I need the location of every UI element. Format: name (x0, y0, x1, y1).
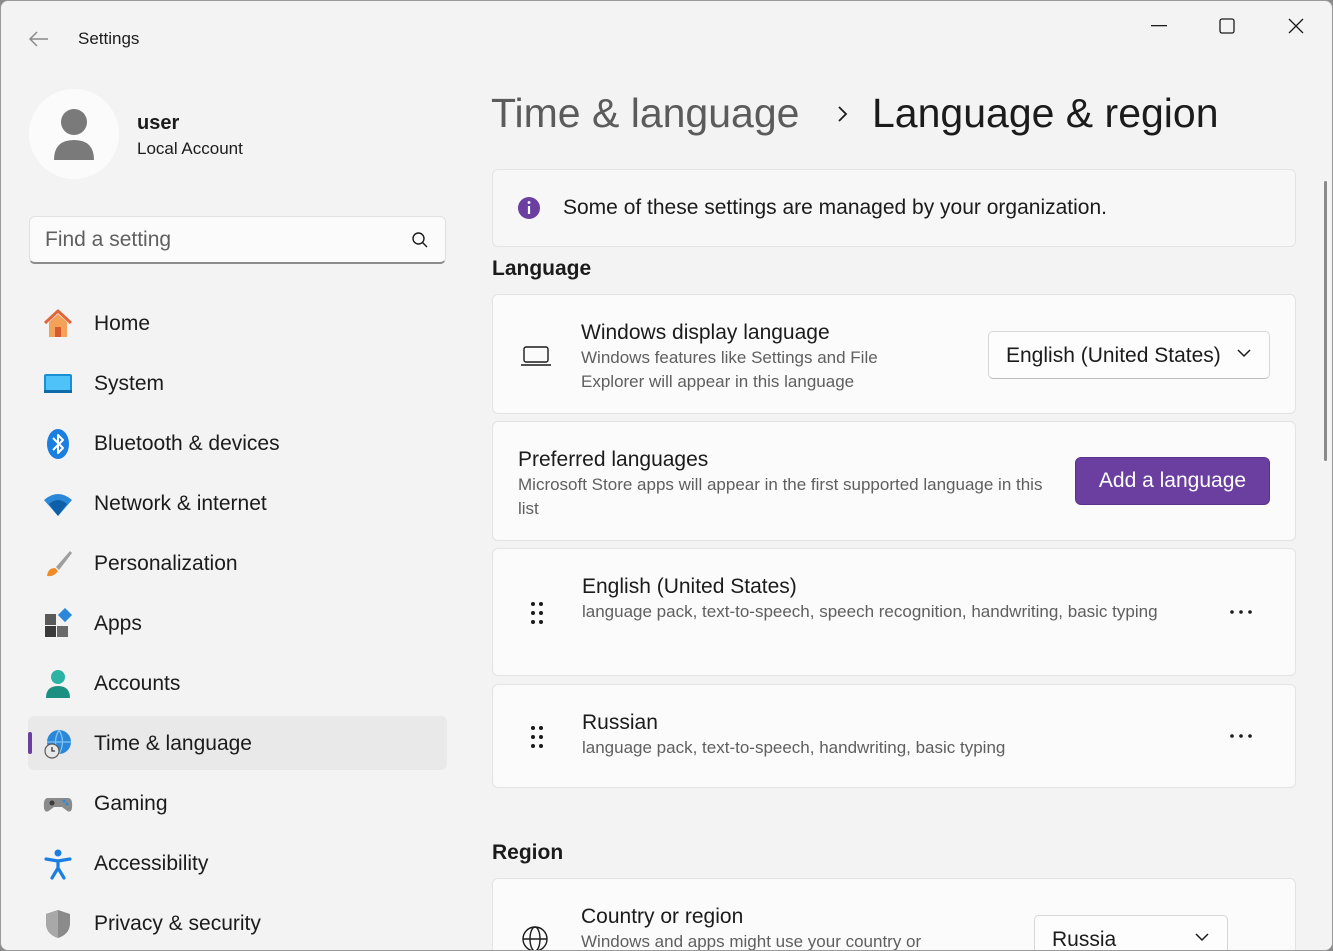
country-region-card: Country or region Windows and apps might… (492, 878, 1296, 951)
sidebar-item-home[interactable]: Home (28, 296, 447, 350)
minimize-button[interactable] (1125, 1, 1193, 51)
notice-text: Some of these settings are managed by yo… (563, 196, 1107, 219)
sidebar-item-network[interactable]: Network & internet (28, 476, 447, 530)
shield-icon (42, 908, 74, 940)
sidebar-item-system[interactable]: System (28, 356, 447, 410)
sidebar-item-apps[interactable]: Apps (28, 596, 447, 650)
gamepad-icon (42, 788, 74, 820)
more-icon (1230, 734, 1252, 738)
account-type: Local Account (137, 139, 243, 158)
language-item[interactable]: English (United States) language pack, t… (492, 548, 1296, 676)
settings-window: Settings user Local Account Home (0, 0, 1333, 951)
country-region-title: Country or region (581, 905, 744, 928)
title-bar: Settings (1, 1, 1332, 75)
user-icon (54, 109, 94, 160)
drag-handle-icon[interactable] (530, 725, 544, 749)
country-region-description: Windows and apps might use your country … (581, 932, 922, 951)
display-language-title: Windows display language (581, 321, 830, 344)
sidebar-nav: Home System Bluetooth & devices Network … (28, 296, 447, 950)
bluetooth-icon (42, 428, 74, 460)
sidebar-item-label: System (94, 372, 165, 395)
maximize-button[interactable] (1193, 1, 1261, 51)
country-region-dropdown[interactable]: Russia (1034, 915, 1228, 951)
language-section-title: Language (492, 257, 592, 280)
sidebar-item-label: Accessibility (94, 852, 209, 875)
wifi-icon (42, 488, 74, 520)
sidebar-item-privacy[interactable]: Privacy & security (28, 896, 447, 950)
scrollbar[interactable] (1324, 181, 1327, 461)
globe-icon (522, 926, 548, 950)
close-icon (1288, 18, 1304, 34)
chevron-right-icon (838, 106, 848, 122)
preferred-languages-title: Preferred languages (518, 448, 709, 471)
sidebar-item-label: Bluetooth & devices (94, 432, 280, 455)
sidebar-item-label: Accounts (94, 672, 181, 695)
search-box (29, 216, 446, 264)
sidebar-item-label: Apps (94, 612, 142, 635)
app-title: Settings (78, 29, 140, 48)
language-features: language pack, text-to-speech, handwriti… (582, 738, 1006, 757)
language-features: language pack, text-to-speech, speech re… (582, 602, 1158, 621)
chevron-down-icon (1237, 349, 1251, 358)
avatar[interactable] (29, 89, 119, 179)
display-language-dropdown[interactable]: English (United States) (988, 331, 1270, 379)
apps-icon (42, 608, 74, 640)
sidebar-item-time-language[interactable]: Time & language (28, 716, 447, 770)
info-icon (518, 197, 540, 219)
home-icon (42, 308, 74, 340)
sidebar-item-personalization[interactable]: Personalization (28, 536, 447, 590)
chevron-down-icon (1195, 933, 1209, 942)
sidebar-item-label: Privacy & security (94, 912, 261, 935)
language-item[interactable]: Russian language pack, text-to-speech, h… (492, 684, 1296, 788)
language-name: English (United States) (582, 575, 797, 598)
add-language-button[interactable]: Add a language (1075, 457, 1270, 505)
sidebar-item-label: Time & language (94, 732, 252, 755)
sidebar-item-accounts[interactable]: Accounts (28, 656, 447, 710)
sidebar-item-label: Gaming (94, 792, 168, 815)
sidebar-item-bluetooth[interactable]: Bluetooth & devices (28, 416, 447, 470)
globe-clock-icon (42, 728, 74, 760)
accounts-icon (42, 668, 74, 700)
preferred-languages-description: Microsoft Store apps will appear in the … (518, 475, 1043, 518)
search-input[interactable] (45, 225, 395, 255)
display-language-description: Windows features like Settings and File … (581, 348, 878, 391)
close-button[interactable] (1262, 1, 1330, 51)
search-icon[interactable] (411, 231, 429, 249)
user-name: user (137, 112, 180, 134)
maximize-icon (1219, 18, 1235, 34)
region-section-title: Region (492, 841, 564, 864)
drag-handle-icon[interactable] (530, 601, 544, 625)
sidebar-item-label: Network & internet (94, 492, 267, 515)
back-arrow-icon (29, 31, 48, 47)
managed-notice: Some of these settings are managed by yo… (492, 169, 1296, 247)
sidebar-item-gaming[interactable]: Gaming (28, 776, 447, 830)
sidebar-item-label: Home (94, 312, 151, 335)
minimize-icon (1151, 25, 1167, 27)
back-button[interactable] (23, 23, 55, 55)
laptop-icon (521, 346, 551, 366)
more-options-button[interactable] (1223, 597, 1259, 627)
dropdown-value: English (United States) (1006, 344, 1221, 367)
dropdown-value: Russia (1052, 928, 1117, 951)
breadcrumb-parent[interactable]: Time & language (491, 90, 799, 137)
language-name: Russian (582, 711, 658, 734)
accessibility-icon (42, 848, 74, 880)
system-icon (42, 368, 74, 400)
display-language-card: Windows display language Windows feature… (492, 294, 1296, 414)
sidebar-item-label: Personalization (94, 552, 238, 575)
sidebar-item-accessibility[interactable]: Accessibility (28, 836, 447, 890)
more-options-button[interactable] (1223, 721, 1259, 751)
page-title: Language & region (872, 90, 1219, 136)
brush-icon (42, 548, 74, 580)
more-icon (1230, 610, 1252, 614)
